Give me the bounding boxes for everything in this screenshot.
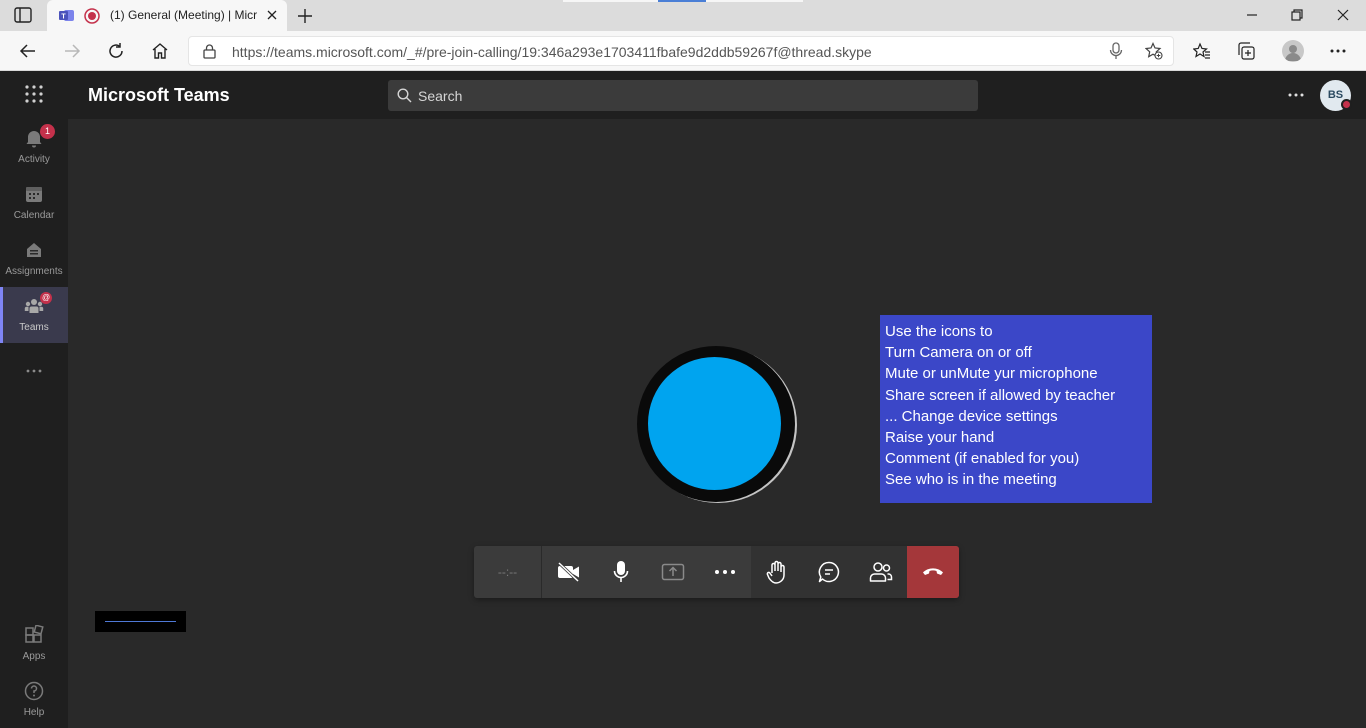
tab-actions-icon[interactable] xyxy=(14,7,32,23)
rail-item-label: Activity xyxy=(18,154,50,165)
microphone-icon[interactable] xyxy=(1109,42,1123,60)
rail-item-assignments[interactable]: Assignments xyxy=(0,231,68,287)
rail-item-teams[interactable]: @ Teams xyxy=(0,287,68,343)
instruction-line: Raise your hand xyxy=(885,429,995,447)
svg-text:T: T xyxy=(61,14,66,21)
back-icon[interactable] xyxy=(19,42,37,60)
add-favorite-icon[interactable] xyxy=(1144,42,1163,60)
apps-icon xyxy=(24,624,44,645)
window-edge xyxy=(706,0,803,2)
hang-up-icon xyxy=(922,563,944,581)
window-edge xyxy=(563,0,658,2)
browser-tab-active[interactable]: T (1) General (Meeting) | Microsoft Team… xyxy=(47,0,287,31)
rail-item-label: Apps xyxy=(22,651,46,662)
instruction-line: Share screen if allowed by teacher xyxy=(885,386,1116,404)
call-controls: --:-- xyxy=(474,546,959,598)
rail-item-label: Help xyxy=(23,707,45,718)
more-icon[interactable] xyxy=(1329,42,1347,60)
instructions-callout: Use the icons to Turn Camera on or off M… xyxy=(880,315,1152,503)
minimize-icon[interactable] xyxy=(1244,7,1260,23)
forward-icon[interactable] xyxy=(63,42,81,60)
window-edge xyxy=(658,0,706,2)
recording-icon xyxy=(84,8,100,24)
new-tab-icon[interactable] xyxy=(296,7,314,25)
lock-icon[interactable] xyxy=(203,44,216,59)
instruction-line: Mute or unMute yur microphone xyxy=(885,365,1098,383)
rail-item-calendar[interactable]: Calendar xyxy=(0,175,68,231)
more-apps-icon[interactable] xyxy=(24,363,44,379)
calendar-icon xyxy=(24,184,44,204)
collections-icon[interactable] xyxy=(1237,42,1255,60)
raise-hand-icon[interactable] xyxy=(763,558,791,586)
search-box[interactable] xyxy=(388,80,978,111)
presence-busy-badge xyxy=(1341,99,1352,110)
instruction-line: ... Change device settings xyxy=(885,407,1058,425)
camera-off-icon[interactable] xyxy=(555,558,583,586)
instruction-line: Use the icons to xyxy=(885,323,993,340)
search-icon xyxy=(397,88,412,103)
browser-tab-strip: T (1) General (Meeting) | Microsoft Team… xyxy=(0,0,1366,31)
hang-up-button[interactable] xyxy=(907,546,959,598)
rail-item-label: Calendar xyxy=(13,210,55,221)
rail-item-label: Assignments xyxy=(5,266,63,277)
browser-address-bar: https://teams.microsoft.com/_#/pre-join-… xyxy=(0,31,1366,71)
help-icon xyxy=(24,681,44,701)
app-title: Microsoft Teams xyxy=(88,85,230,105)
instruction-line: Turn Camera on or off xyxy=(885,344,1032,362)
favorites-icon[interactable] xyxy=(1192,42,1211,60)
refresh-icon[interactable] xyxy=(107,42,125,60)
close-window-icon[interactable] xyxy=(1335,7,1351,23)
more-options-icon[interactable] xyxy=(1286,86,1306,104)
instruction-line: Comment (if enabled for you) xyxy=(885,450,1080,468)
url-text[interactable]: https://teams.microsoft.com/_#/pre-join-… xyxy=(232,44,872,60)
rail-item-apps[interactable]: Apps xyxy=(0,616,68,672)
assignments-icon xyxy=(24,240,44,260)
caption-underline xyxy=(105,621,176,622)
participants-icon[interactable] xyxy=(867,558,895,586)
more-actions-icon[interactable] xyxy=(711,558,739,586)
activity-badge: 1 xyxy=(40,124,55,139)
mention-badge: @ xyxy=(40,292,52,304)
tab-title: (1) General (Meeting) | Microsoft Teams xyxy=(110,8,257,22)
restore-icon[interactable] xyxy=(1289,7,1305,23)
share-screen-icon[interactable] xyxy=(659,558,687,586)
close-tab-icon[interactable] xyxy=(265,8,279,22)
rail-item-label: Teams xyxy=(19,322,49,333)
instruction-line: See who is in the meeting xyxy=(885,471,1057,489)
teams-icon: T xyxy=(59,8,75,23)
chat-icon[interactable] xyxy=(815,558,843,586)
app-launcher-icon[interactable] xyxy=(24,84,44,104)
search-input[interactable] xyxy=(418,86,958,106)
participant-avatar xyxy=(648,357,781,490)
profile-icon[interactable] xyxy=(1282,40,1304,62)
app-rail: 1 Activity Calendar Assignments @ Teams … xyxy=(0,119,68,728)
teams-header: Microsoft Teams BS xyxy=(0,71,1366,119)
rail-item-help[interactable]: Help xyxy=(0,672,68,728)
rail-item-activity[interactable]: 1 Activity xyxy=(0,119,68,175)
url-field[interactable]: https://teams.microsoft.com/_#/pre-join-… xyxy=(188,36,1174,66)
home-icon[interactable] xyxy=(151,42,169,60)
caption-box xyxy=(95,611,186,632)
call-timer: --:-- xyxy=(474,546,542,598)
microphone-icon[interactable] xyxy=(607,558,635,586)
